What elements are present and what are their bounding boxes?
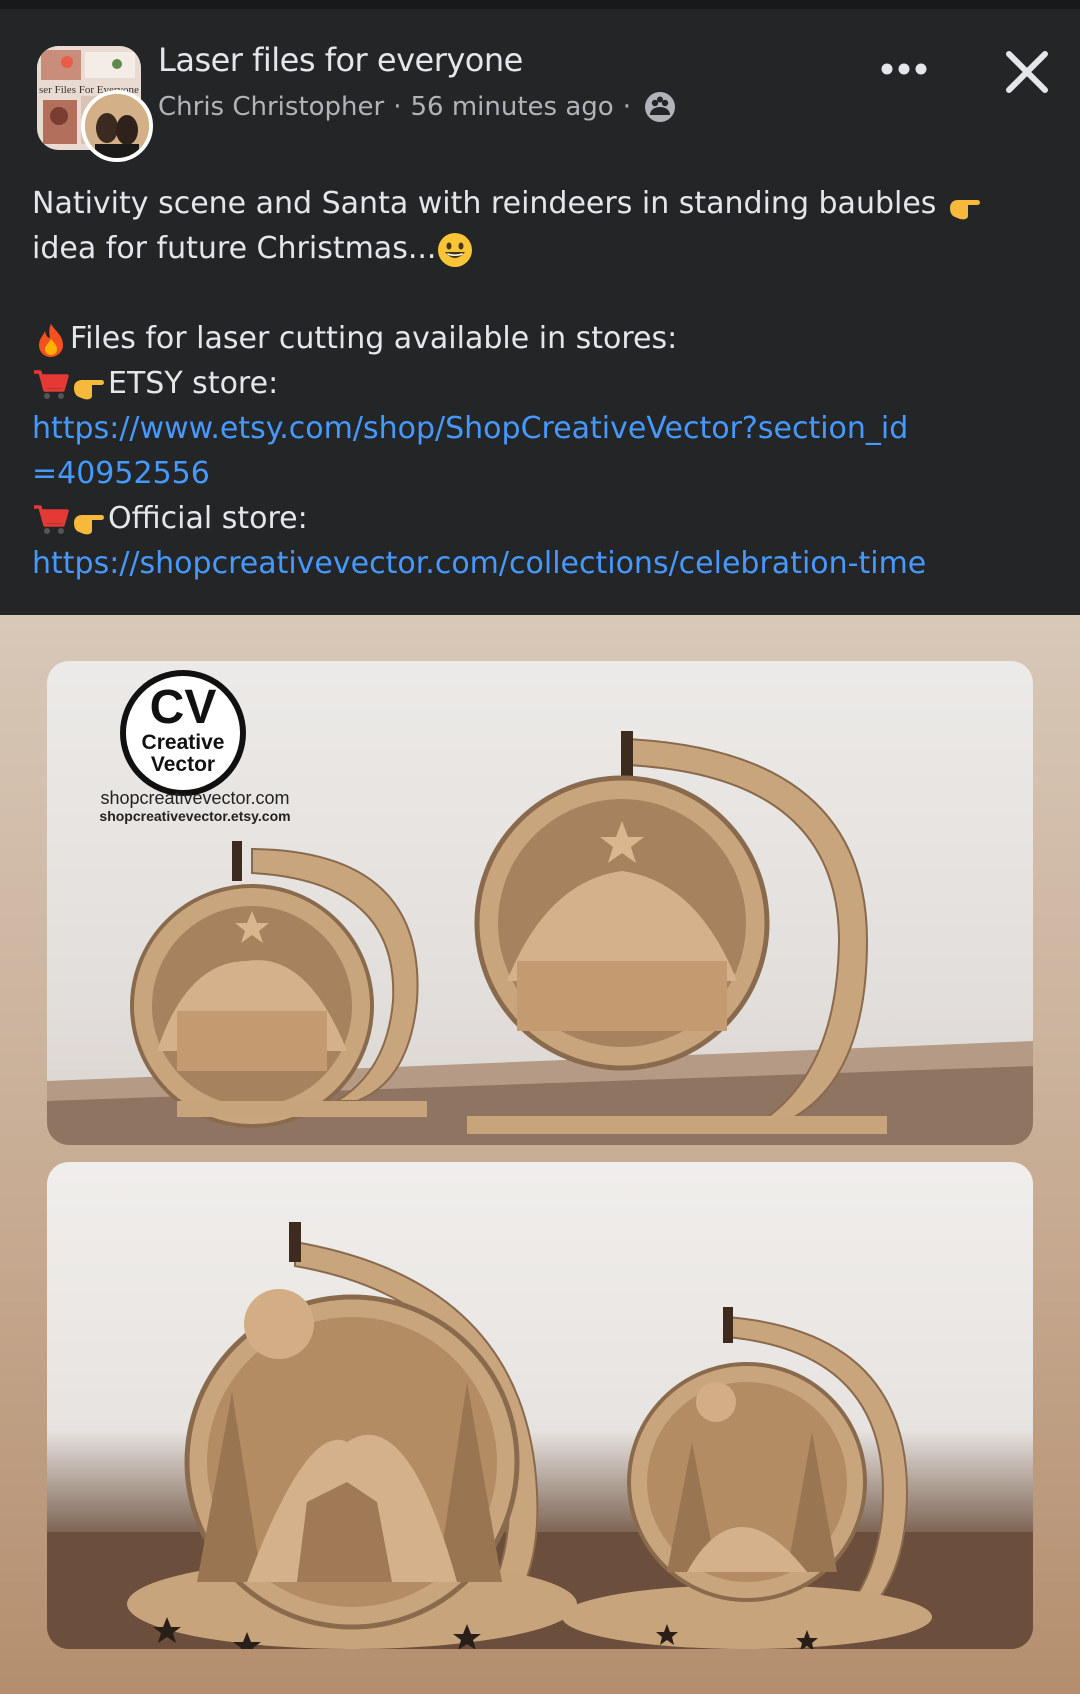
close-icon xyxy=(1006,51,1048,93)
pointing-hand-icon xyxy=(949,199,980,219)
logo-letters: CV xyxy=(150,681,217,734)
photo-nativity-baubles: CV Creative Vector shopcreativevector.co… xyxy=(47,661,1033,1145)
more-options-icon xyxy=(881,63,927,75)
post-text: Nativity scene and Santa with reindeers … xyxy=(32,181,1052,586)
photo-reindeer-baubles xyxy=(47,1162,1033,1649)
group-name[interactable]: Laser files for everyone xyxy=(158,41,523,79)
status-bar-strip xyxy=(0,0,1080,9)
etsy-store-link[interactable]: https://www.etsy.com/shop/ShopCreativeVe… xyxy=(32,411,908,491)
watermark-url: shopcreativevector.com xyxy=(100,788,290,808)
post-text-line-1b: idea for future Christmas... xyxy=(32,231,437,266)
logo-line-2: Vector xyxy=(151,753,215,776)
etsy-link-line: https://www.etsy.com/shop/ShopCreativeVe… xyxy=(32,406,922,496)
official-link-line: https://shopcreativevector.com/collectio… xyxy=(32,541,1052,586)
post-paragraph-1: Nativity scene and Santa with reindeers … xyxy=(32,181,1052,271)
creative-vector-logo: CV Creative Vector xyxy=(120,670,246,796)
shopping-cart-icon xyxy=(34,369,69,399)
group-avatar-link[interactable]: ser Files For Everyone xyxy=(37,46,153,162)
meta-separator: · xyxy=(393,92,402,122)
post-header: ser Files For Everyone Laser files for e… xyxy=(0,9,1080,162)
official-line: Official store: xyxy=(32,496,1052,541)
user-avatar[interactable] xyxy=(81,90,153,162)
pointing-hand-icon xyxy=(74,379,104,399)
post-meta: Chris Christopher · 56 minutes ago · xyxy=(158,91,676,123)
post-timestamp[interactable]: 56 minutes ago xyxy=(410,92,613,122)
fire-icon xyxy=(39,323,63,357)
etsy-store-label: ETSY store: xyxy=(108,366,279,401)
post-text-line-1a: Nativity scene and Santa with reindeers … xyxy=(32,186,946,221)
logo-line-1: Creative xyxy=(142,731,225,754)
watermark-etsy-url: shopcreativevector.etsy.com xyxy=(99,808,291,824)
etsy-line: ETSY store: xyxy=(32,361,1052,406)
more-options-button[interactable] xyxy=(876,49,932,89)
stores-intro: Files for laser cutting available in sto… xyxy=(70,321,678,356)
reindeer-baubles-illustration xyxy=(47,1222,1033,1649)
grinning-face-icon xyxy=(438,232,473,267)
post-photo[interactable]: CV Creative Vector shopcreativevector.co… xyxy=(0,615,1080,1694)
group-privacy-icon[interactable] xyxy=(644,91,676,123)
author-name[interactable]: Chris Christopher xyxy=(158,92,384,122)
user-avatar-image xyxy=(85,94,149,158)
close-button[interactable] xyxy=(1004,49,1050,95)
post-paragraph-2: Files for laser cutting available in sto… xyxy=(32,316,1052,361)
official-store-label: Official store: xyxy=(108,501,308,536)
meta-separator: · xyxy=(622,92,631,122)
pointing-hand-icon xyxy=(74,514,104,534)
official-store-link[interactable]: https://shopcreativevector.com/collectio… xyxy=(32,546,926,581)
shopping-cart-icon xyxy=(34,504,69,534)
